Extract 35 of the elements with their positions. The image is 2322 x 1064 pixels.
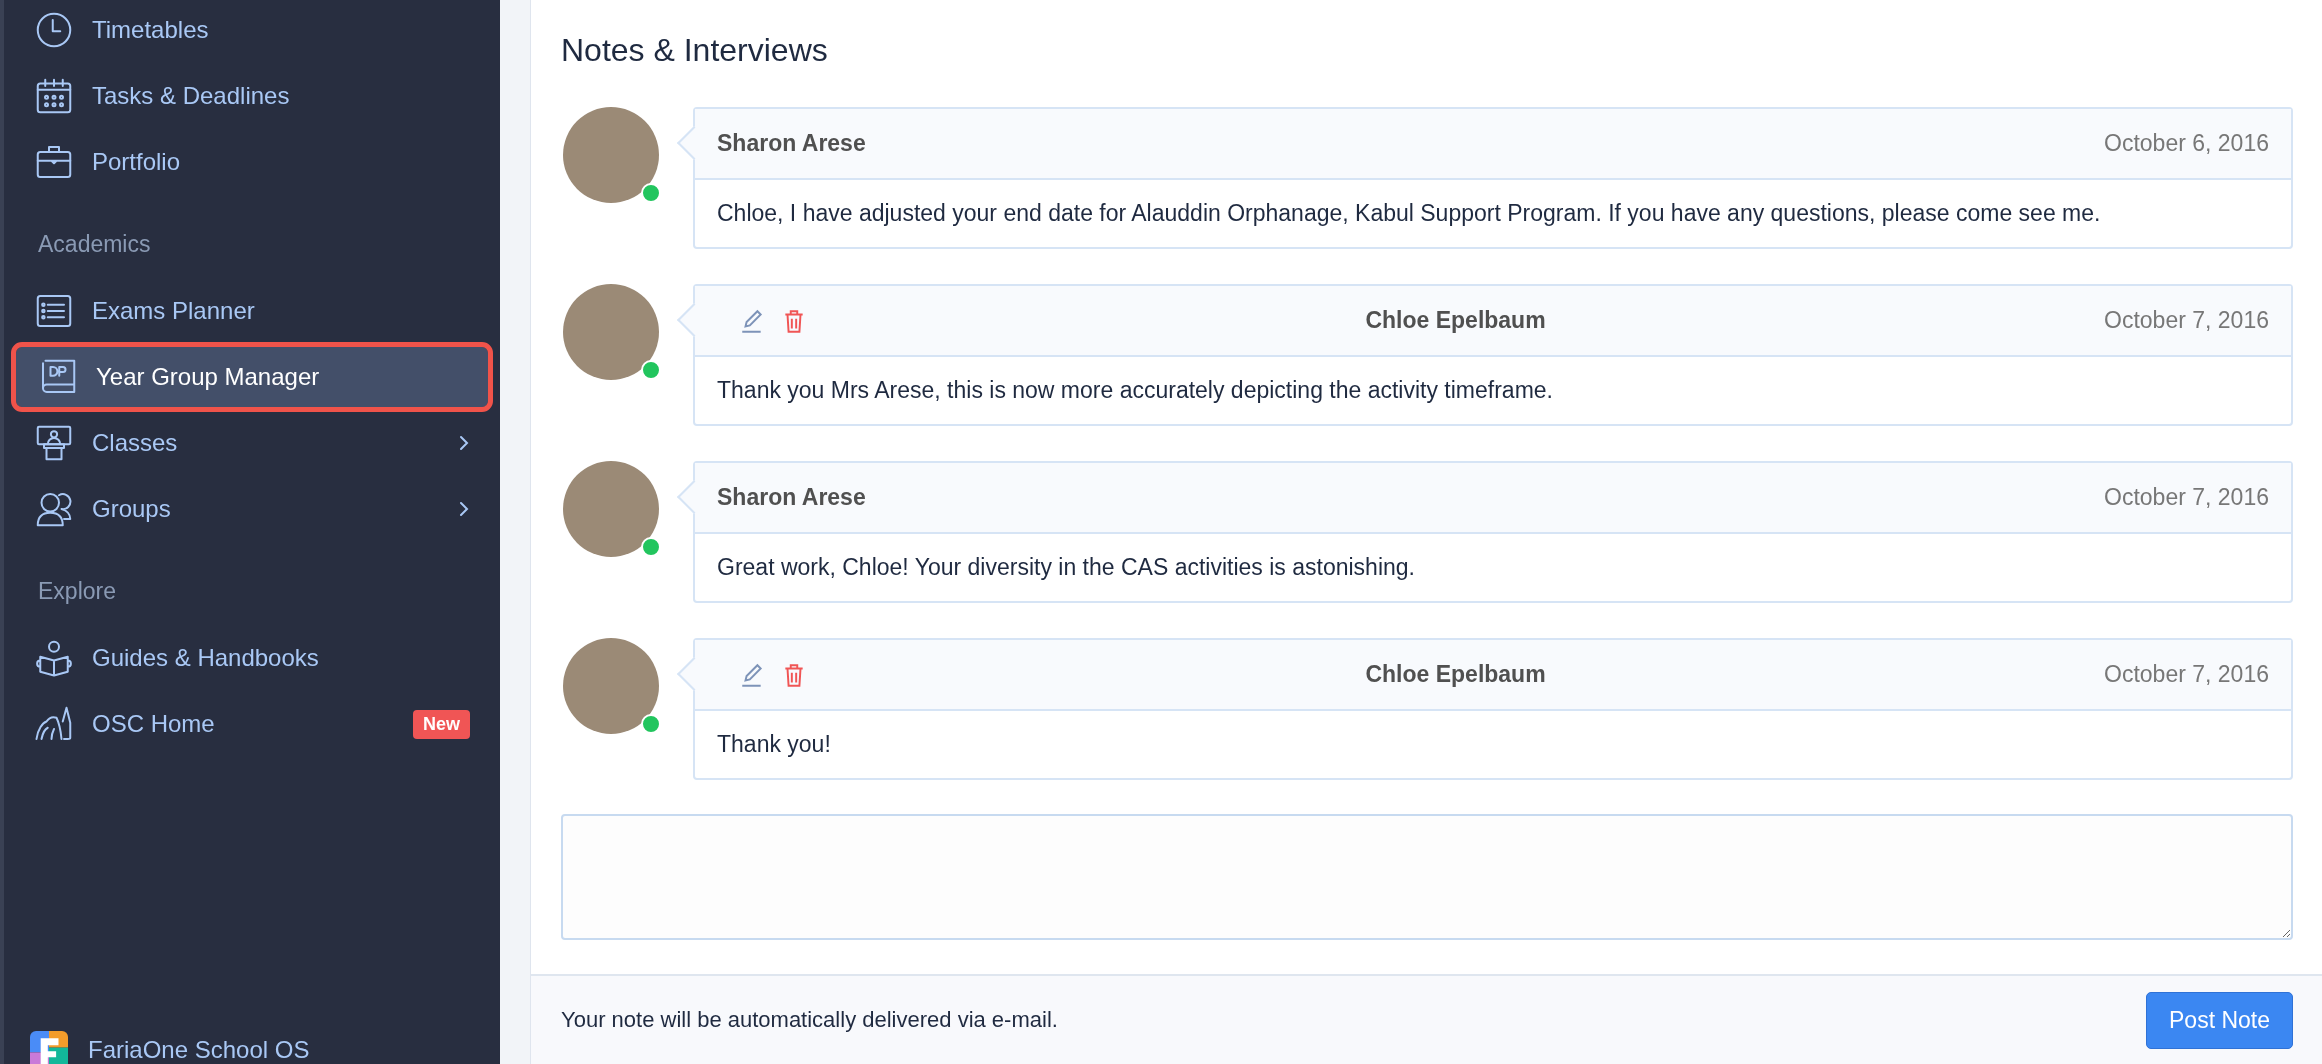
reader-icon [34, 638, 74, 678]
app-name: FariaOne School OS [88, 1036, 310, 1064]
author-name: Chloe Epelbaum [1364, 661, 1547, 688]
post-note-button[interactable]: Post Note [2146, 991, 2293, 1049]
app-logo-icon [30, 1031, 68, 1064]
note-text: Great work, Chloe! Your diversity in the CAS activities is astonishing. [717, 554, 1415, 581]
nav-item[interactable]: Portfolio [12, 129, 492, 195]
note-date: October 7, 2016 [2104, 307, 2269, 334]
nav-item[interactable]: Guides & Handbooks [12, 625, 492, 691]
author-name: Sharon Arese [717, 484, 867, 511]
note-date: October 6, 2016 [2104, 130, 2269, 157]
delivery-hint: Your note will be automatically delivered via e-mail. [561, 1007, 1058, 1033]
nav-item[interactable]: Tasks & Deadlines [12, 63, 492, 129]
lectern-icon [34, 423, 74, 463]
edit-pencil-icon[interactable] [739, 661, 765, 688]
nav-item[interactable]: Timetables [12, 0, 492, 63]
nav-section-header: Academics [37, 230, 152, 259]
note-text: Thank you! [717, 731, 831, 758]
note-text: Chloe, I have adjusted your end date for Alauddin Orphanage, Kabul Support Program. If you have any questions, please come see me. [717, 200, 2101, 227]
note-text: Thank you Mrs Arese, this is now more accurately depicting the activity timeframe. [717, 377, 1553, 404]
author-name: Sharon Arese [717, 130, 867, 157]
nav-item[interactable]: Classes [12, 410, 492, 476]
new-badge: New [413, 709, 470, 739]
section-title: Notes & Interviews [561, 32, 829, 69]
note-date: October 7, 2016 [2104, 484, 2269, 511]
note-input-field[interactable] [561, 814, 2293, 940]
note-date: October 7, 2016 [2104, 661, 2269, 688]
author-name: Chloe Epelbaum [1364, 307, 1547, 334]
calendar-icon [34, 76, 74, 116]
nav-item[interactable]: Groups [12, 476, 492, 542]
nav-item[interactable]: OSC Home New [12, 691, 492, 757]
edit-pencil-icon[interactable] [739, 307, 765, 334]
clock-icon [34, 10, 74, 50]
nav-item[interactable]: Exams Planner [12, 278, 492, 344]
nav-section-header: Explore [37, 577, 117, 606]
